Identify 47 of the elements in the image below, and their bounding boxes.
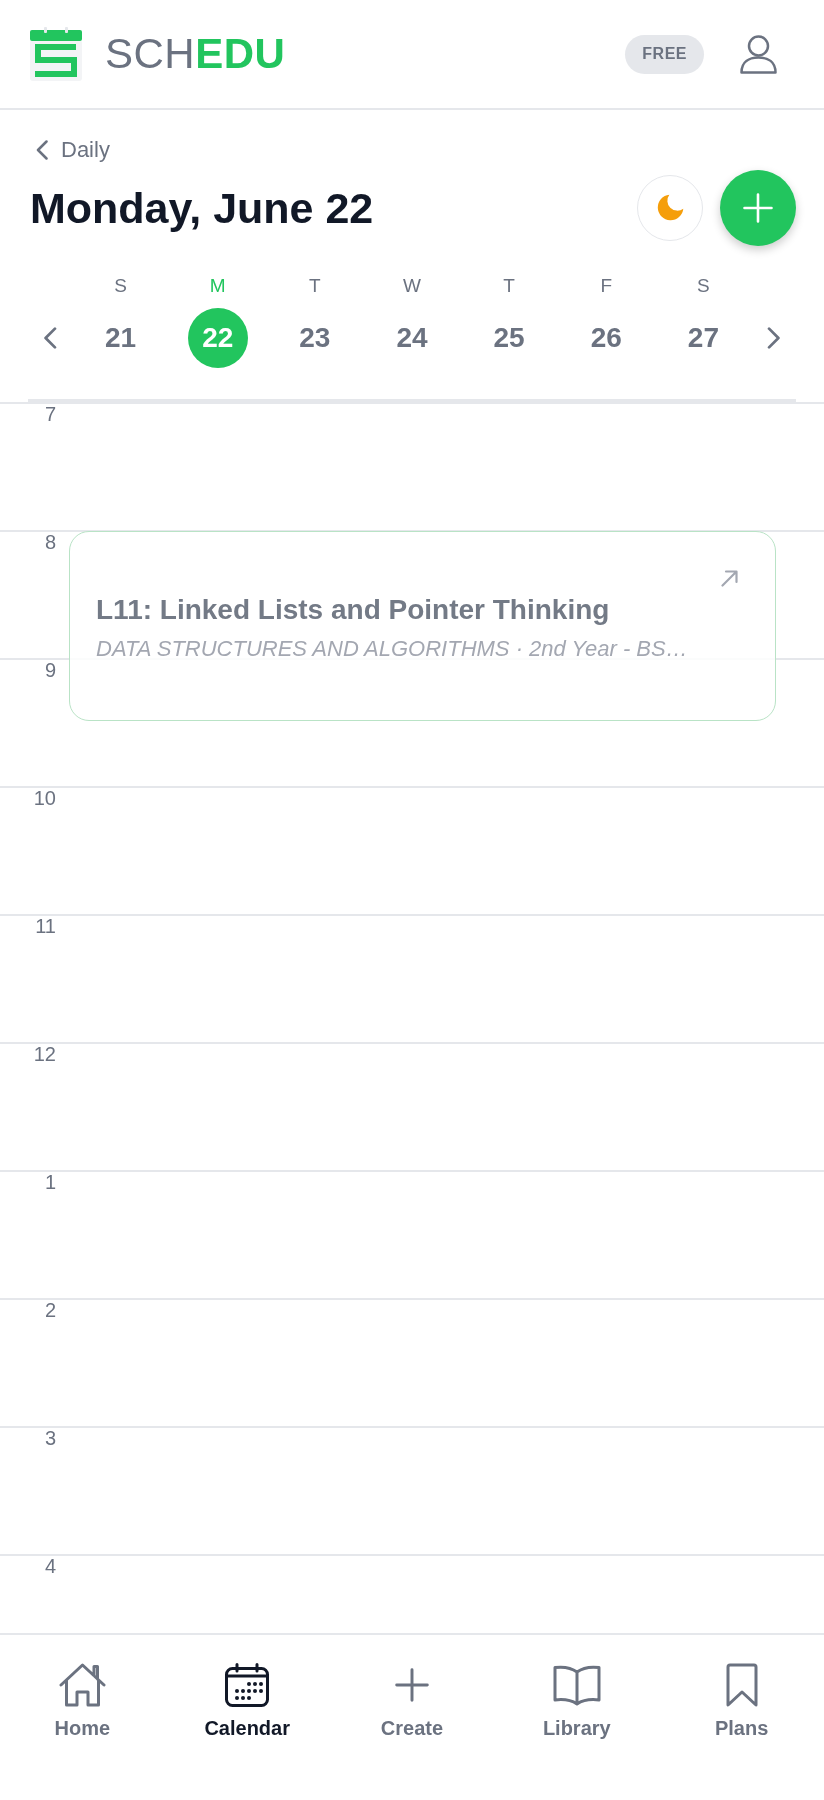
- chevron-left-icon: [36, 139, 48, 160]
- nav-item[interactable]: Create: [380, 1663, 444, 1739]
- bookmark-icon: [725, 1663, 758, 1707]
- weekday-label: M: [209, 273, 226, 298]
- chevron-left-icon[interactable]: [43, 326, 57, 349]
- date-button[interactable]: 23: [284, 307, 345, 368]
- plus-icon: [395, 1668, 429, 1702]
- nav-item[interactable]: Library: [542, 1663, 611, 1739]
- nav-item[interactable]: Plans: [714, 1663, 769, 1739]
- back-link[interactable]: Daily: [36, 137, 110, 162]
- date-button[interactable]: 21: [90, 307, 151, 368]
- date-button[interactable]: 25: [479, 307, 540, 368]
- open-book-icon: [552, 1664, 601, 1706]
- nav-item[interactable]: Calendar: [204, 1663, 290, 1739]
- calendar-icon: [225, 1663, 270, 1707]
- hour-label: 8: [43, 531, 56, 552]
- weekday-label: W: [403, 273, 421, 298]
- hour-label: 2: [43, 1299, 56, 1320]
- weekday-label: T: [309, 273, 321, 298]
- logo-icon: [30, 27, 82, 81]
- date-button[interactable]: 26: [576, 307, 637, 368]
- weekday-label: T: [503, 273, 515, 298]
- hour-label: 10: [32, 787, 56, 808]
- hour-label: 11: [34, 915, 56, 936]
- weekday-label: S: [697, 273, 710, 298]
- hour-label: 9: [43, 659, 56, 680]
- event-subtitle: DATA STRUCTURES AND ALGORITHMS · 2nd Year - BS…: [96, 635, 688, 662]
- date-button[interactable]: 24: [382, 307, 442, 368]
- page-title: Monday, June 22: [30, 182, 374, 233]
- weekday-label: S: [114, 273, 127, 298]
- house-icon: [58, 1663, 106, 1707]
- nav-item[interactable]: Home: [54, 1663, 111, 1739]
- hour-label: 7: [43, 403, 56, 424]
- event-card[interactable]: L11: Linked Lists and Pointer Thinking DATA STRUCTURES AND ALGORITHMS · 2nd Year - BS…: [69, 530, 776, 721]
- hour-label: 3: [43, 1427, 56, 1448]
- logo-text: SCHEDU: [105, 33, 286, 75]
- plan-badge: FREE: [625, 34, 704, 74]
- date-button[interactable]: 27: [673, 307, 734, 368]
- event-title: L11: Linked Lists and Pointer Thinking: [96, 593, 610, 626]
- hour-label: 1: [43, 1171, 56, 1192]
- user-icon[interactable]: [740, 34, 777, 74]
- moon-icon: [656, 194, 684, 221]
- hour-label: 4: [43, 1555, 56, 1576]
- hour-label: 12: [32, 1043, 56, 1064]
- plus-icon: [743, 192, 773, 223]
- weekday-label: F: [600, 273, 613, 298]
- chevron-right-icon[interactable]: [767, 326, 781, 349]
